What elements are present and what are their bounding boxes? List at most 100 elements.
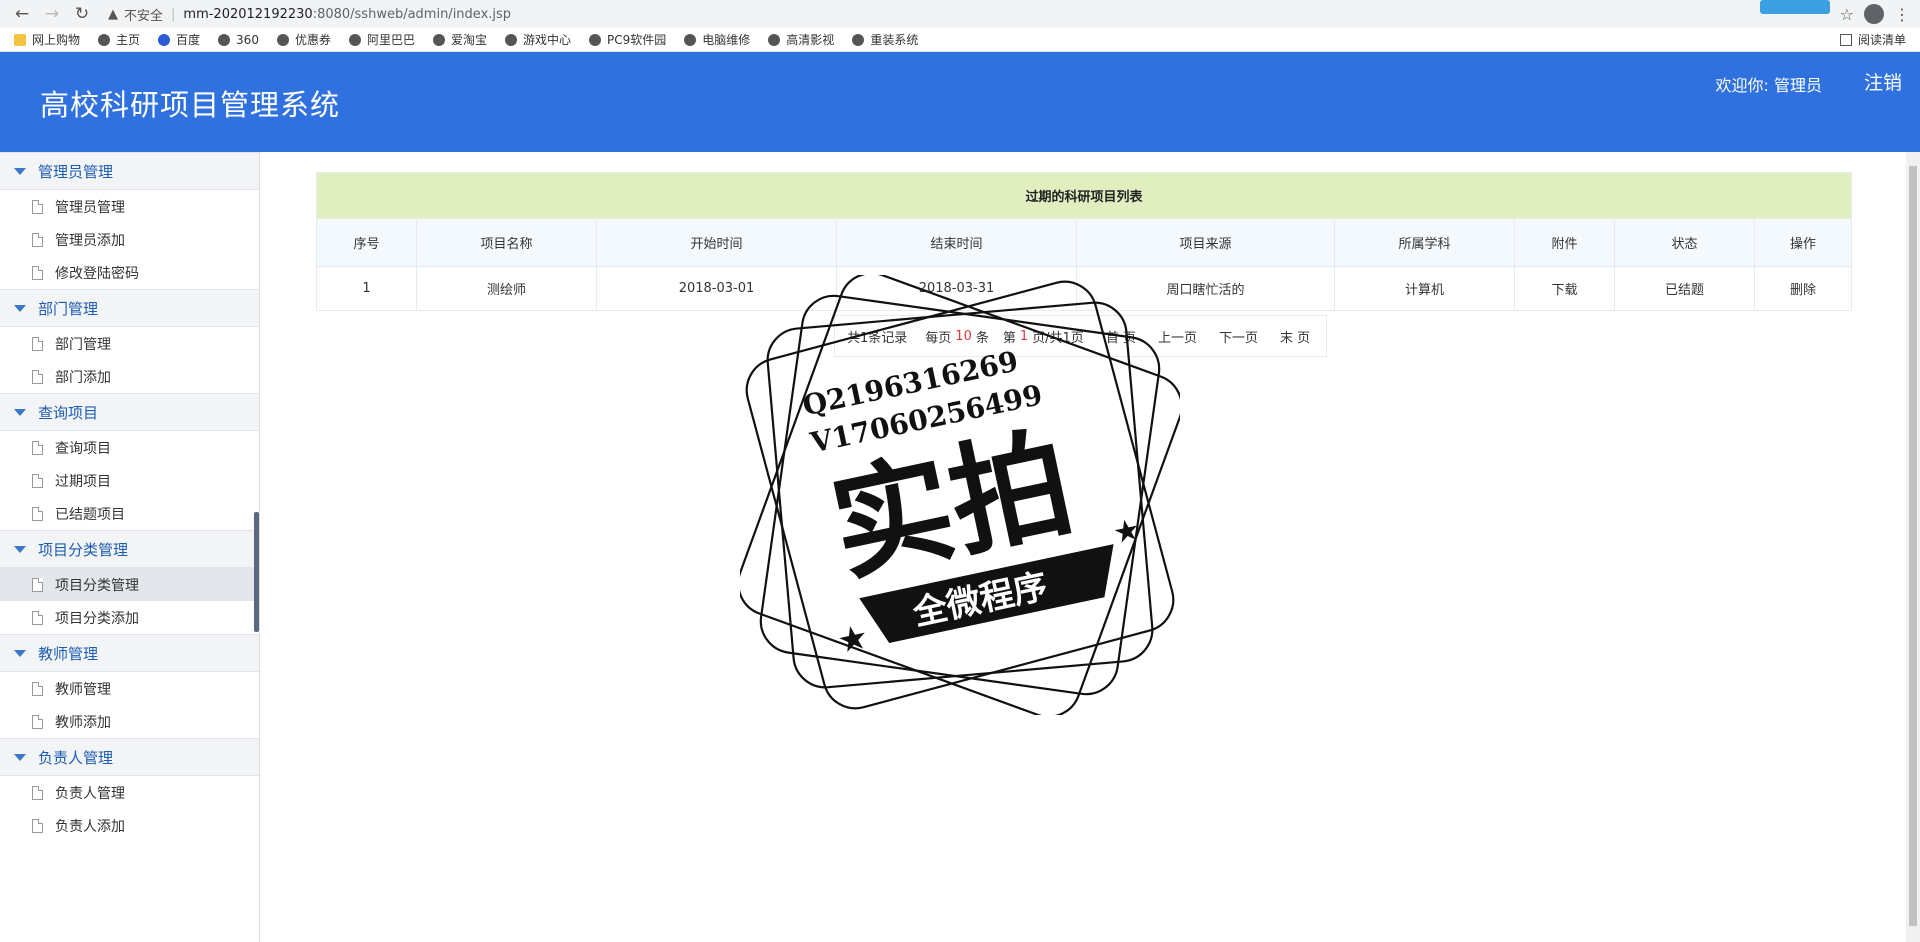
table-title: 过期的科研项目列表 (316, 172, 1852, 219)
document-icon (32, 440, 43, 455)
delete-link[interactable]: 删除 (1754, 266, 1852, 311)
document-icon (32, 681, 43, 696)
pager-page-value: 1 (1019, 328, 1029, 344)
app-header: 高校科研项目管理系统 欢迎你: 管理员 注销 (0, 52, 1920, 152)
caret-down-icon (14, 304, 26, 312)
column-header: 状态 (1614, 218, 1755, 267)
address-bar[interactable]: ▲ 不安全 | mm-202012192230 :8080/sshweb/adm… (100, 3, 1760, 25)
sidebar-item-admin-manage[interactable]: 管理员管理 (0, 190, 259, 223)
sidebar-item-category-manage[interactable]: 项目分类管理 (0, 568, 259, 601)
document-icon (32, 232, 43, 247)
globe-icon (98, 33, 111, 46)
document-icon (32, 473, 43, 488)
cell-start-date: 2018-03-01 (596, 266, 837, 311)
bookmark-item[interactable]: 优惠券 (276, 31, 331, 48)
sidebar-group-leader[interactable]: 负责人管理 (0, 738, 259, 776)
sidebar-item-department-add[interactable]: 部门添加 (0, 360, 259, 393)
reload-icon[interactable]: ↻ (70, 2, 94, 26)
logout-link[interactable]: 注销 (1864, 68, 1902, 95)
cell-project-name: 测绘师 (416, 266, 597, 311)
sidebar-group-department[interactable]: 部门管理 (0, 289, 259, 327)
pager-total: 共1条记录 (847, 330, 908, 346)
first-page-link[interactable]: 首 页 (1106, 327, 1136, 346)
sidebar-item-leader-manage[interactable]: 负责人管理 (0, 776, 259, 809)
sidebar-resize-handle[interactable] (254, 512, 259, 632)
document-icon (32, 577, 43, 592)
sidebar-item-query-project[interactable]: 查询项目 (0, 431, 259, 464)
bookmark-item[interactable]: 360 (218, 33, 259, 47)
back-arrow-icon[interactable]: ← (10, 2, 34, 26)
sidebar-item-expired-project[interactable]: 过期项目 (0, 464, 259, 497)
sidebar-item-leader-add[interactable]: 负责人添加 (0, 809, 259, 842)
sidebar-group-teacher[interactable]: 教师管理 (0, 634, 259, 672)
document-icon (32, 818, 43, 833)
sidebar-group-category[interactable]: 项目分类管理 (0, 530, 259, 568)
document-icon (32, 785, 43, 800)
scrollbar-thumb[interactable] (1909, 166, 1917, 926)
bookmark-item[interactable]: 阿里巴巴 (348, 31, 415, 48)
welcome-text: 欢迎你: 管理员 (1715, 76, 1822, 95)
pagination: 共1条记录 每页 10 条 第 1 页/共1页 首 页 上一页 下一页 末 页 (834, 315, 1328, 357)
sidebar-item-change-password[interactable]: 修改登陆密码 (0, 256, 259, 289)
sidebar-item-closed-project[interactable]: 已结题项目 (0, 497, 259, 530)
column-header: 操作 (1754, 218, 1852, 267)
sidebar: 管理员管理 管理员管理 管理员添加 修改登陆密码 部门管理 部门管理 部门添加 … (0, 152, 260, 942)
bookmark-item[interactable]: 百度 (158, 31, 200, 48)
bookmark-item[interactable]: PC9软件园 (589, 31, 666, 48)
bookmark-item[interactable]: 电脑维修 (684, 31, 750, 48)
project-table-container: 过期的科研项目列表 序号 项目名称 开始时间 结束时间 项目来源 所属学科 附件… (316, 172, 1852, 311)
globe-icon (589, 33, 602, 46)
cell-index: 1 (316, 266, 417, 311)
sidebar-item-department-manage[interactable]: 部门管理 (0, 327, 259, 360)
sidebar-group-admin[interactable]: 管理员管理 (0, 152, 259, 190)
forward-arrow-icon[interactable]: → (40, 2, 64, 26)
sidebar-item-admin-add[interactable]: 管理员添加 (0, 223, 259, 256)
bookmark-item[interactable]: 主页 (98, 31, 140, 48)
star-icon[interactable]: ☆ (1840, 5, 1854, 24)
insecure-label: 不安全 (124, 8, 164, 24)
globe-icon (348, 33, 361, 46)
pager-page-prefix: 第 (1002, 330, 1016, 346)
column-header: 结束时间 (836, 218, 1077, 267)
download-link[interactable]: 下载 (1514, 266, 1615, 311)
profile-avatar-icon[interactable] (1864, 4, 1884, 24)
column-header: 附件 (1514, 218, 1615, 267)
caret-down-icon (14, 167, 26, 175)
paw-icon (158, 33, 171, 46)
caret-down-icon (14, 753, 26, 761)
content-scrollbar[interactable] (1906, 152, 1920, 942)
folder-icon (14, 33, 26, 46)
main-content: 过期的科研项目列表 序号 项目名称 开始时间 结束时间 项目来源 所属学科 附件… (260, 152, 1920, 942)
table-header-row: 序号 项目名称 开始时间 结束时间 项目来源 所属学科 附件 状态 操作 (316, 218, 1852, 267)
globe-icon (432, 33, 445, 46)
bookmark-item[interactable]: 爱淘宝 (432, 31, 487, 48)
column-header: 所属学科 (1334, 218, 1515, 267)
column-header: 序号 (316, 218, 417, 267)
sidebar-item-category-add[interactable]: 项目分类添加 (0, 601, 259, 634)
bookmarks-bar: 网上购物 主页 百度 360 优惠券 阿里巴巴 爱淘宝 游戏中心 PC9软件园 … (0, 28, 1920, 52)
bookmark-item[interactable]: 网上购物 (14, 31, 80, 48)
column-header: 项目名称 (416, 218, 597, 267)
document-icon (32, 714, 43, 729)
sidebar-group-query[interactable]: 查询项目 (0, 393, 259, 431)
sidebar-item-teacher-manage[interactable]: 教师管理 (0, 672, 259, 705)
bookmark-item[interactable]: 重装系统 (852, 31, 918, 48)
page-title: 高校科研项目管理系统 (40, 88, 341, 122)
last-page-link[interactable]: 末 页 (1280, 327, 1310, 346)
bookmark-item[interactable]: 高清影视 (768, 31, 834, 48)
sidebar-item-teacher-add[interactable]: 教师添加 (0, 705, 259, 738)
globe-icon (218, 33, 231, 46)
document-icon (32, 336, 43, 351)
cell-end-date: 2018-03-31 (836, 266, 1077, 311)
reading-list[interactable]: 阅读清单 (1839, 31, 1906, 48)
pager-per-page-suffix: 条 (975, 330, 989, 346)
next-page-link[interactable]: 下一页 (1219, 327, 1258, 346)
prev-page-link[interactable]: 上一页 (1158, 327, 1197, 346)
extension-badge-icon[interactable] (1759, 0, 1830, 14)
pager-per-page-value: 10 (955, 328, 972, 344)
url-path: :8080/sshweb/admin/index.jsp (312, 6, 512, 22)
bookmark-item[interactable]: 游戏中心 (505, 31, 571, 48)
reading-list-icon (1839, 33, 1852, 46)
menu-kebab-icon[interactable]: ⋮ (1894, 5, 1910, 24)
globe-icon (768, 33, 781, 46)
